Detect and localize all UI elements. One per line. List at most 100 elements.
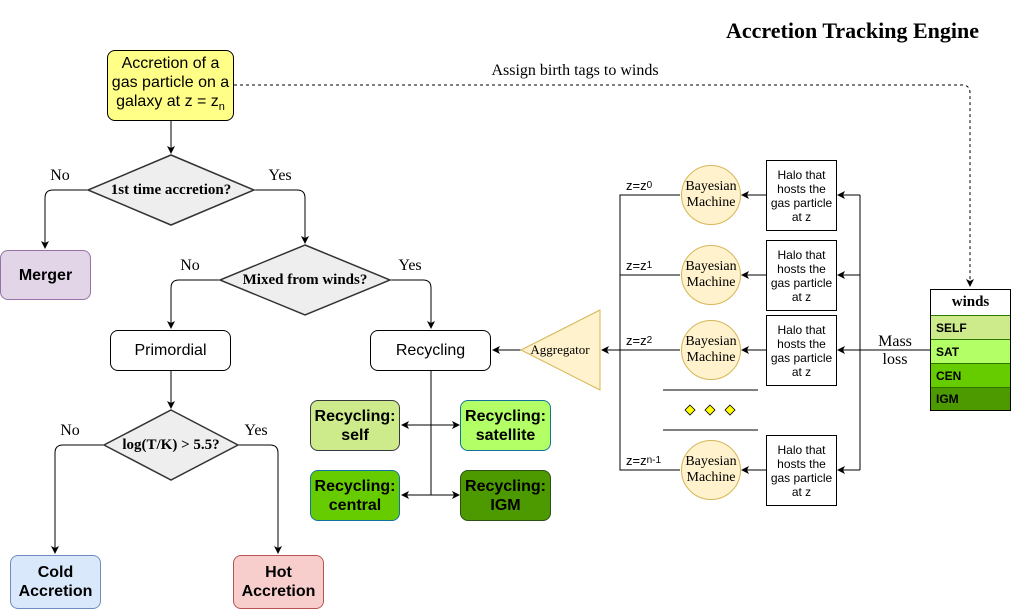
redshift-base: z=z [626,452,647,468]
recycling-igm-node: Recycling: IGM [460,470,551,521]
halo-box-n-1: Halo that hosts the gas particle at z [766,435,837,506]
node-line: Accretion [18,583,93,600]
branch-yes: Yes [268,167,292,184]
bm-line: Machine [686,275,736,290]
bm-line: Machine [686,195,736,210]
recycling-node: Recycling [370,330,491,371]
redshift-base: z=z [626,257,647,273]
node-line: Hot [265,564,292,581]
start-node-text: galaxy at z = z [116,92,219,110]
recycling-self-node: Recycling: self [310,400,400,451]
edge-mixed-yes [390,279,435,329]
node-line: central [328,496,382,514]
edge-first-time-yes [254,189,309,244]
bayesian-machine-2: Bayesian Machine [681,320,741,380]
edge-temp-no [51,444,104,554]
assign-birth-tags-label: Assign birth tags to winds [491,62,659,79]
bm-line: Bayesian [685,179,737,194]
cold-accretion-node: Cold Accretion [10,555,101,609]
halo-line: Halo that [777,442,826,457]
ellipsis-diamond [684,404,696,416]
winds-row-self: SELF [931,315,1010,339]
winds-row-cen: CEN [931,363,1010,387]
winds-row-sat: SAT [931,339,1010,363]
edge-mixed-no [167,279,220,329]
branch-no: No [50,167,70,184]
winds-table: winds SELF SAT CEN IGM [930,289,1011,411]
branch-no: No [180,257,200,274]
winds-row-igm: IGM [931,387,1010,410]
subscript: 0 [646,179,653,191]
ellipsis-diamond [724,404,736,416]
halo-line: gas particle [770,470,833,485]
recycling-satellite-node: Recycling: satellite [460,400,551,451]
branch-yes: Yes [244,422,268,439]
bm-line: Machine [686,470,736,485]
bm-line: Machine [686,350,736,365]
ellipsis-diamond [704,404,716,416]
subscript: n [218,101,225,114]
node-line: Recycling: [465,407,546,425]
halo-line: hosts the [777,181,826,196]
node-line: Recycling: [465,477,546,495]
decision-mixed-winds: Mixed from winds? [242,271,368,288]
halo-line: Halo that [777,322,826,337]
bayesian-machine-n-1: Bayesian Machine [681,440,741,500]
subscript: n-1 [646,454,662,466]
mass-loss-line: Mass [878,333,912,350]
node-line: satellite [475,426,536,444]
halo-line: at z [791,364,812,379]
halo-line: gas particle [770,350,833,365]
recycling-central-node: Recycling: central [310,470,400,521]
halo-line: Halo that [777,167,826,182]
branch-yes: Yes [398,257,422,274]
redshift-label: z=z 2 [626,331,676,349]
start-node: Accretion of a gas particle on a galaxy … [107,50,234,121]
decision-temperature: log(T/K) > 5.5? [122,436,220,453]
redshift-label: z=z n-1 [626,451,682,469]
decision-first-time: 1st time accretion? [110,181,232,198]
halo-box-1: Halo that hosts the gas particle at z [766,240,837,311]
node-line: Recycling: [314,407,396,425]
start-node-line: gas particle on a [111,73,230,91]
bm-line: Bayesian [685,259,737,274]
halo-box-0: Halo that hosts the gas particle at z [766,160,837,231]
node-line: Recycling: [314,477,396,495]
redshift-label: z=z 1 [626,256,676,274]
halo-line: hosts the [777,261,826,276]
node-line: Accretion [241,583,316,600]
redshift-base: z=z [626,332,647,348]
node-line: IGM [490,496,521,514]
node-line: self [341,426,369,444]
halo-line: at z [791,209,812,224]
merger-node: Merger [0,250,91,300]
node-line: Cold [37,564,74,581]
start-node-line: galaxy at z = zn [116,92,225,117]
redshift-base: z=z [626,177,647,193]
aggregator-label: Aggregator [530,342,590,357]
mass-loss-label: Mass loss [865,332,925,370]
mass-loss-line: loss [882,351,908,368]
edge-temp-yes [238,444,282,554]
bayesian-machine-1: Bayesian Machine [681,245,741,305]
halo-box-2: Halo that hosts the gas particle at z [766,315,837,386]
bm-line: Bayesian [685,454,737,469]
bayesian-machine-0: Bayesian Machine [681,165,741,225]
page-title: Accretion Tracking Engine [726,18,979,43]
halo-line: gas particle [770,195,833,210]
edge-first-time-no [41,189,88,249]
bm-line: Bayesian [685,334,737,349]
halo-line: hosts the [777,336,826,351]
redshift-label: z=z 0 [626,176,676,194]
halo-line: Halo that [777,247,826,262]
halo-line: at z [791,289,812,304]
subscript: 1 [646,259,653,271]
hot-accretion-node: Hot Accretion [233,555,324,609]
subscript: 2 [646,334,653,346]
halo-line: hosts the [777,456,826,471]
branch-no: No [60,422,80,439]
halo-line: at z [791,484,812,499]
start-node-line: Accretion of a [121,54,220,72]
winds-header: winds [951,294,990,310]
primordial-node: Primordial [110,330,231,371]
